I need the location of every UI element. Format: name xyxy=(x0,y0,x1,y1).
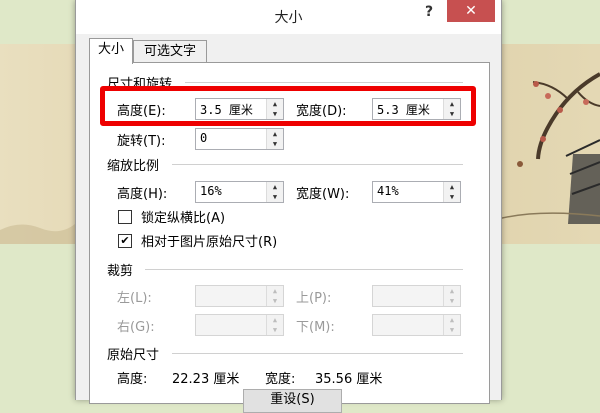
spin-down-icon: ▼ xyxy=(444,296,460,306)
original-height-value: 22.23 厘米 xyxy=(172,372,240,387)
crop-left-label: 左(L): xyxy=(117,291,152,306)
section-divider xyxy=(172,164,463,165)
crop-bottom-arrows: ▲ ▼ xyxy=(443,315,460,335)
original-width-label: 宽度: xyxy=(265,372,296,387)
crop-right-stepper: ▲ ▼ xyxy=(195,314,284,336)
width-value: 5.3 厘米 xyxy=(377,103,430,117)
spin-down-icon: ▼ xyxy=(444,325,460,335)
spin-down-icon[interactable]: ▼ xyxy=(444,109,460,119)
section-divider xyxy=(145,269,463,270)
relative-original-checkbox[interactable]: ✔ xyxy=(118,234,132,248)
reset-button[interactable]: 重设(S) xyxy=(243,389,342,413)
spin-down-icon: ▼ xyxy=(267,296,283,306)
scale-height-arrows[interactable]: ▲ ▼ xyxy=(266,182,283,202)
tab-size[interactable]: 大小 xyxy=(89,38,133,64)
lock-aspect-label: 锁定纵横比(A) xyxy=(141,211,226,226)
scale-height-value: 16% xyxy=(200,184,222,198)
crop-left-arrows: ▲ ▼ xyxy=(266,286,283,306)
tab-alt-text[interactable]: 可选文字 xyxy=(133,40,207,63)
close-button[interactable]: ✕ xyxy=(447,0,495,22)
section-title-original-size: 原始尺寸 xyxy=(107,348,160,363)
scale-height-label: 高度(H): xyxy=(117,187,168,202)
rotate-stepper[interactable]: 0 ▲ ▼ xyxy=(195,128,284,150)
scale-width-label: 宽度(W): xyxy=(296,187,350,202)
crop-top-stepper: ▲ ▼ xyxy=(372,285,461,307)
section-divider xyxy=(172,353,463,354)
lock-aspect-checkbox[interactable] xyxy=(118,210,132,224)
crop-bottom-stepper: ▲ ▼ xyxy=(372,314,461,336)
spin-down-icon[interactable]: ▼ xyxy=(444,192,460,202)
scale-width-arrows[interactable]: ▲ ▼ xyxy=(443,182,460,202)
spin-down-icon: ▼ xyxy=(267,325,283,335)
spin-down-icon[interactable]: ▼ xyxy=(267,139,283,149)
scale-width-value: 41% xyxy=(377,184,399,198)
relative-original-label: 相对于图片原始尺寸(R) xyxy=(141,235,278,250)
crop-top-label: 上(P): xyxy=(296,291,332,306)
background-left-art xyxy=(0,224,75,244)
check-icon: ✔ xyxy=(120,234,130,247)
section-title-scale: 缩放比例 xyxy=(107,159,160,174)
rotate-value: 0 xyxy=(200,131,208,145)
width-stepper[interactable]: 5.3 厘米 ▲ ▼ xyxy=(372,98,461,120)
crop-bottom-label: 下(M): xyxy=(296,320,335,335)
crop-top-arrows: ▲ ▼ xyxy=(443,286,460,306)
spin-down-icon[interactable]: ▼ xyxy=(267,109,283,119)
height-label: 高度(E): xyxy=(117,104,166,119)
dialog-titlebar[interactable]: 大小 ? ✕ xyxy=(76,0,501,34)
crop-left-stepper: ▲ ▼ xyxy=(195,285,284,307)
original-height-label: 高度: xyxy=(117,372,148,387)
rotate-label: 旋转(T): xyxy=(117,134,166,149)
crop-right-label: 右(G): xyxy=(117,320,155,335)
width-stepper-arrows[interactable]: ▲ ▼ xyxy=(443,99,460,119)
height-stepper[interactable]: 3.5 厘米 ▲ ▼ xyxy=(195,98,284,120)
section-title-crop: 裁剪 xyxy=(107,264,134,279)
scale-height-stepper[interactable]: 16% ▲ ▼ xyxy=(195,181,284,203)
crop-right-arrows: ▲ ▼ xyxy=(266,315,283,335)
section-title-size-rotate: 尺寸和旋转 xyxy=(107,77,173,92)
rotate-stepper-arrows[interactable]: ▲ ▼ xyxy=(266,129,283,149)
section-divider xyxy=(185,82,463,83)
help-button[interactable]: ? xyxy=(416,2,442,22)
height-stepper-arrows[interactable]: ▲ ▼ xyxy=(266,99,283,119)
spin-down-icon[interactable]: ▼ xyxy=(267,192,283,202)
height-value: 3.5 厘米 xyxy=(200,103,253,117)
original-width-value: 35.56 厘米 xyxy=(315,372,383,387)
scale-width-stepper[interactable]: 41% ▲ ▼ xyxy=(372,181,461,203)
width-label: 宽度(D): xyxy=(296,104,347,119)
